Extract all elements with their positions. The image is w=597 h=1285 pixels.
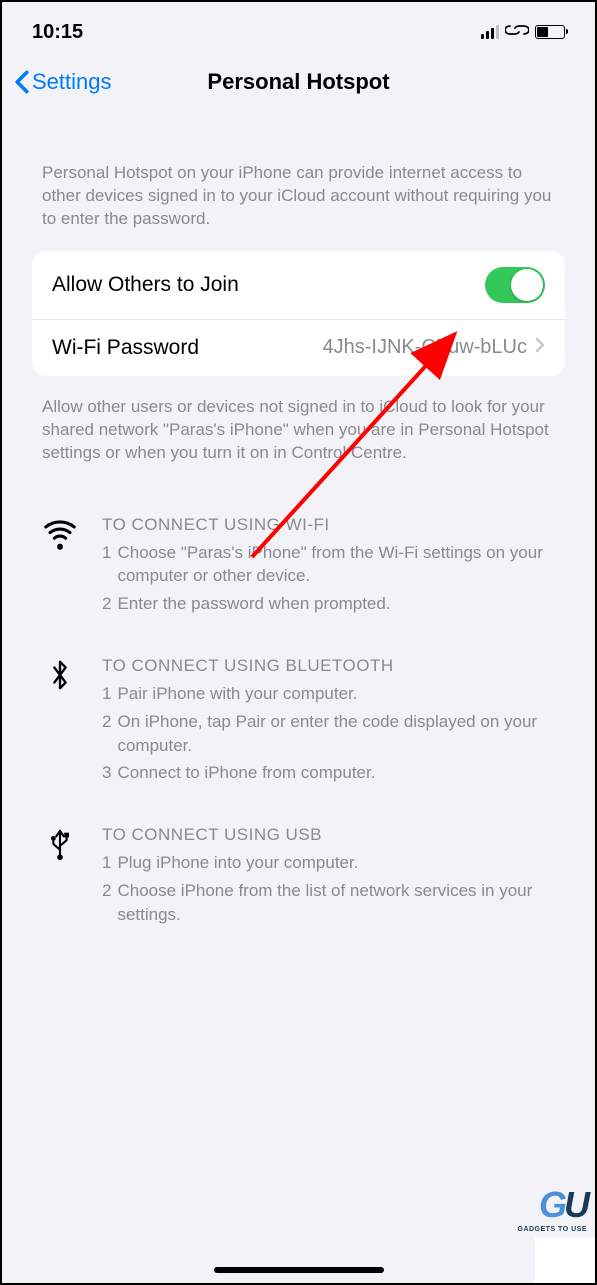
watermark-text: GADGETS TO USE	[518, 1226, 588, 1233]
watermark: GU GADGETS TO USE	[518, 1184, 588, 1233]
allow-others-toggle[interactable]	[485, 267, 545, 303]
home-indicator[interactable]	[214, 1267, 384, 1273]
bt-step-1: Pair iPhone with your computer.	[117, 682, 357, 706]
cellular-signal-icon	[481, 25, 499, 39]
bt-inst-title: TO CONNECT USING BLUETOOTH	[102, 656, 555, 676]
back-label: Settings	[32, 69, 112, 95]
usb-step-1: Plug iPhone into your computer.	[117, 851, 358, 875]
page-title: Personal Hotspot	[207, 69, 389, 95]
allow-others-row[interactable]: Allow Others to Join	[32, 251, 565, 319]
battery-icon	[535, 25, 565, 39]
settings-card: Allow Others to Join Wi-Fi Password 4Jhs…	[32, 251, 565, 376]
bt-step-3: Connect to iPhone from computer.	[117, 761, 375, 785]
bluetooth-instructions: TO CONNECT USING BLUETOOTH 1Pair iPhone …	[42, 656, 555, 789]
chevron-left-icon	[14, 70, 30, 94]
navigation-bar: Settings Personal Hotspot	[2, 52, 595, 112]
usb-instructions: TO CONNECT USING USB 1Plug iPhone into y…	[42, 825, 555, 930]
wifi-step-1: Choose "Paras's iPhone" from the Wi-Fi s…	[117, 541, 555, 589]
bt-step-2: On iPhone, tap Pair or enter the code di…	[117, 710, 555, 758]
bluetooth-icon	[42, 656, 78, 789]
status-time: 10:15	[32, 21, 83, 44]
wifi-password-row[interactable]: Wi-Fi Password 4Jhs-IJNK-CZuw-bLUc	[32, 319, 565, 376]
white-patch	[535, 1238, 595, 1283]
hotspot-link-icon	[505, 21, 529, 44]
wifi-instructions: TO CONNECT USING WI-FI 1Choose "Paras's …	[42, 515, 555, 620]
usb-icon	[42, 825, 78, 930]
chevron-right-icon	[535, 336, 545, 359]
allow-others-label: Allow Others to Join	[52, 273, 239, 297]
wifi-password-label: Wi-Fi Password	[52, 336, 199, 360]
intro-description: Personal Hotspot on your iPhone can prov…	[32, 112, 565, 251]
back-button[interactable]: Settings	[14, 69, 112, 95]
wifi-inst-title: TO CONNECT USING WI-FI	[102, 515, 555, 535]
footer-description: Allow other users or devices not signed …	[32, 376, 565, 485]
status-icons	[481, 21, 565, 44]
instructions-section: TO CONNECT USING WI-FI 1Choose "Paras's …	[32, 485, 565, 997]
usb-inst-title: TO CONNECT USING USB	[102, 825, 555, 845]
wifi-icon	[42, 515, 78, 620]
toggle-knob	[511, 269, 543, 301]
wifi-step-2: Enter the password when prompted.	[117, 592, 390, 616]
wifi-password-value: 4Jhs-IJNK-CZuw-bLUc	[323, 336, 527, 359]
status-bar: 10:15	[2, 2, 595, 52]
usb-step-2: Choose iPhone from the list of network s…	[117, 879, 555, 927]
